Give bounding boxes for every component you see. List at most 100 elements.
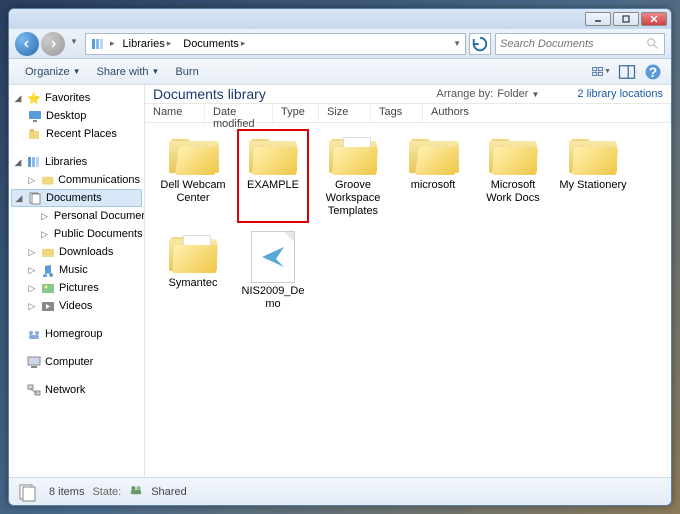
tree-label: Videos bbox=[59, 300, 92, 312]
view-options-button[interactable]: ▼ bbox=[591, 63, 611, 81]
organize-button[interactable]: Organize ▼ bbox=[17, 66, 89, 78]
breadcrumb-dropdown[interactable]: ▼ bbox=[453, 39, 461, 48]
sidebar-item-videos[interactable]: ▷ Videos bbox=[9, 297, 144, 315]
nav-history-dropdown[interactable]: ▼ bbox=[67, 32, 81, 52]
chevron-down-icon: ▼ bbox=[73, 67, 81, 76]
chevron-right-icon[interactable]: ▸ bbox=[241, 38, 246, 49]
svg-text:?: ? bbox=[649, 65, 657, 80]
file-item[interactable]: Groove Workspace Templates bbox=[317, 129, 389, 223]
folder-icon bbox=[40, 173, 55, 187]
file-item[interactable]: Microsoft Work Docs bbox=[477, 129, 549, 223]
file-item[interactable]: NIS2009_Demo bbox=[237, 227, 309, 315]
search-input[interactable] bbox=[500, 38, 646, 50]
column-header[interactable]: Name bbox=[145, 104, 205, 122]
folder-icon bbox=[247, 133, 299, 177]
arrange-label: Arrange by: bbox=[436, 88, 493, 100]
column-header[interactable]: Authors bbox=[423, 104, 671, 122]
library-locations-link[interactable]: 2 library locations bbox=[577, 88, 663, 100]
desktop-icon bbox=[27, 109, 43, 123]
breadcrumb-label: Documents bbox=[183, 38, 239, 50]
expand-icon[interactable]: ▷ bbox=[41, 229, 48, 240]
file-icon bbox=[251, 231, 295, 283]
recent-icon bbox=[27, 127, 43, 141]
column-header[interactable]: Size bbox=[319, 104, 371, 122]
breadcrumb-item[interactable]: Libraries ▸ bbox=[119, 38, 176, 50]
explorer-window: ▼ ▸ Libraries ▸ Documents ▸ ▼ Organize ▼… bbox=[8, 8, 672, 506]
titlebar bbox=[9, 9, 671, 29]
preview-pane-button[interactable] bbox=[617, 63, 637, 81]
file-label: Symantec bbox=[169, 277, 218, 290]
libraries-group[interactable]: ◢ Libraries bbox=[9, 153, 144, 171]
sidebar-item-communications[interactable]: ▷Communications bbox=[9, 171, 144, 189]
maximize-button[interactable] bbox=[613, 12, 639, 26]
expand-icon[interactable]: ▷ bbox=[27, 283, 37, 294]
search-box[interactable] bbox=[495, 33, 665, 55]
sidebar-item-music[interactable]: ▷ Music bbox=[9, 261, 144, 279]
file-item[interactable]: Symantec bbox=[157, 227, 229, 315]
favorites-group[interactable]: ◢⭐Favorites bbox=[9, 89, 144, 107]
refresh-button[interactable] bbox=[469, 33, 491, 55]
file-item[interactable]: Dell Webcam Center bbox=[157, 129, 229, 223]
sidebar-item-homegroup[interactable]: Homegroup bbox=[9, 325, 144, 343]
content-area: ◢⭐Favorites Desktop Recent Places ◢ Libra… bbox=[9, 85, 671, 477]
breadcrumb-item[interactable]: Documents ▸ bbox=[179, 38, 249, 50]
file-label: EXAMPLE bbox=[247, 179, 299, 192]
sidebar-item-computer[interactable]: Computer bbox=[9, 353, 144, 371]
column-header[interactable]: Date modified bbox=[205, 104, 273, 122]
file-list[interactable]: Dell Webcam Center EXAMPLE Groove Workspac… bbox=[145, 123, 671, 477]
collapse-icon[interactable]: ◢ bbox=[13, 93, 23, 104]
help-button[interactable]: ? bbox=[643, 63, 663, 81]
column-header[interactable]: Type bbox=[273, 104, 319, 122]
libraries-icon bbox=[90, 36, 106, 52]
expand-icon[interactable]: ▷ bbox=[41, 211, 48, 222]
sidebar-item-personal-docs[interactable]: ▷ Personal Documents bbox=[9, 207, 144, 225]
sidebar-item-desktop[interactable]: Desktop bbox=[9, 107, 144, 125]
share-with-button[interactable]: Share with ▼ bbox=[89, 66, 168, 78]
tree-label: Music bbox=[59, 264, 88, 276]
search-icon bbox=[646, 37, 660, 51]
file-item[interactable]: EXAMPLE bbox=[237, 129, 309, 223]
sidebar-item-recent[interactable]: Recent Places bbox=[9, 125, 144, 143]
breadcrumb[interactable]: ▸ Libraries ▸ Documents ▸ ▼ bbox=[85, 33, 466, 55]
chevron-right-icon[interactable]: ▸ bbox=[110, 38, 115, 49]
column-header[interactable]: Tags bbox=[371, 104, 423, 122]
shared-icon bbox=[129, 484, 143, 499]
file-item[interactable]: microsoft bbox=[397, 129, 469, 223]
sidebar-item-downloads[interactable]: ▷Downloads bbox=[9, 243, 144, 261]
collapse-icon[interactable]: ◢ bbox=[13, 157, 23, 168]
tree-label: Recent Places bbox=[46, 128, 117, 140]
tree-label: Computer bbox=[45, 356, 93, 368]
sidebar-item-network[interactable]: Network bbox=[9, 381, 144, 399]
tree-label: Personal Documents bbox=[54, 210, 145, 222]
file-label: Microsoft Work Docs bbox=[479, 179, 547, 205]
main-pane: Documents library Arrange by: Folder ▼ 2… bbox=[145, 85, 671, 477]
folder-icon bbox=[407, 133, 459, 177]
tree-label: Favorites bbox=[45, 92, 90, 104]
close-button[interactable] bbox=[641, 12, 667, 26]
sidebar-item-public-docs[interactable]: ▷Public Documents bbox=[9, 225, 144, 243]
back-button[interactable] bbox=[15, 32, 39, 56]
collapse-icon[interactable]: ◢ bbox=[14, 193, 24, 204]
file-item[interactable]: My Stationery bbox=[557, 129, 629, 223]
expand-icon[interactable]: ▷ bbox=[27, 301, 37, 312]
tree-label: Pictures bbox=[59, 282, 99, 294]
tree-label: Libraries bbox=[45, 156, 87, 168]
forward-button[interactable] bbox=[41, 32, 65, 56]
arrange-value: Folder bbox=[497, 88, 528, 100]
minimize-button[interactable] bbox=[585, 12, 611, 26]
chevron-right-icon[interactable]: ▸ bbox=[167, 38, 172, 49]
nav-buttons: ▼ bbox=[15, 32, 81, 56]
arrange-by-dropdown[interactable]: Folder ▼ bbox=[497, 88, 539, 100]
expand-icon[interactable]: ▷ bbox=[27, 175, 37, 186]
file-label: Dell Webcam Center bbox=[159, 179, 227, 205]
burn-button[interactable]: Burn bbox=[167, 66, 206, 78]
expand-icon[interactable]: ▷ bbox=[27, 265, 37, 276]
file-label: NIS2009_Demo bbox=[237, 285, 309, 311]
sidebar-item-documents[interactable]: ◢Documents bbox=[11, 189, 142, 207]
network-icon bbox=[26, 383, 42, 397]
expand-icon[interactable]: ▷ bbox=[27, 247, 37, 258]
sidebar-item-pictures[interactable]: ▷ Pictures bbox=[9, 279, 144, 297]
statusbar: 8 items State: Shared bbox=[9, 477, 671, 505]
tree-label: Homegroup bbox=[45, 328, 102, 340]
status-state-value: Shared bbox=[151, 486, 186, 498]
